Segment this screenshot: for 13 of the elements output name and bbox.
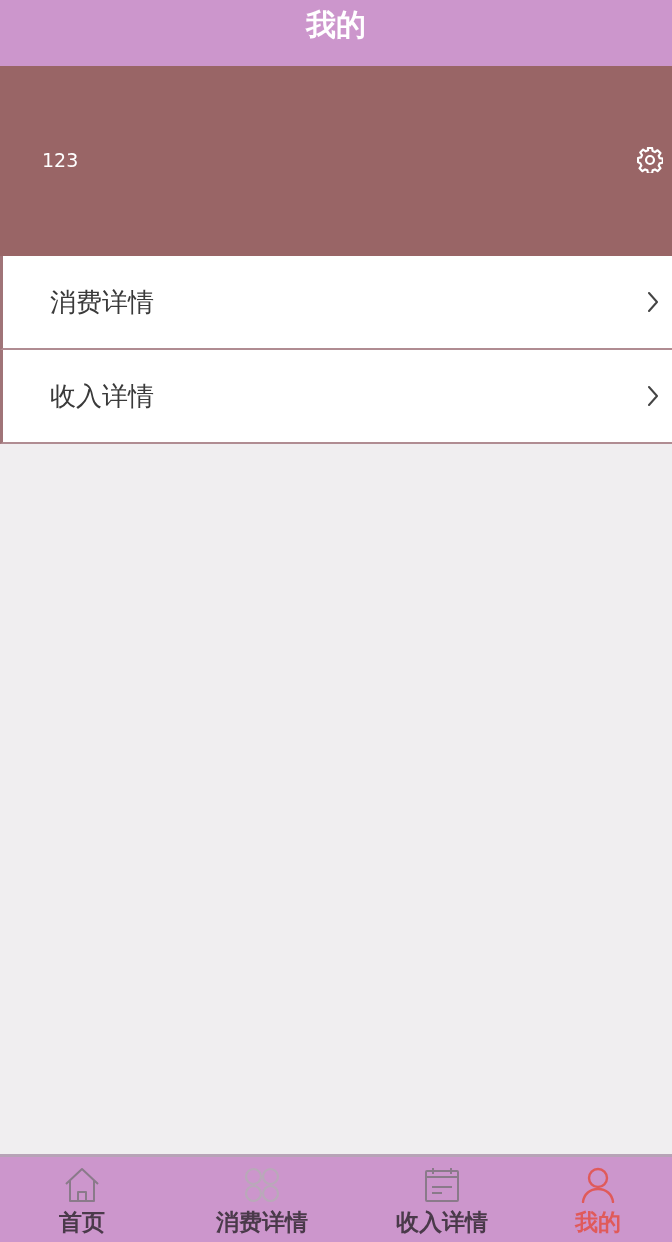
calendar-icon: [424, 1167, 460, 1203]
menu-item[interactable]: 消费详情: [0, 256, 672, 350]
person-icon: [580, 1167, 616, 1203]
tab-button[interactable]: 首页: [0, 1157, 164, 1242]
tab-button[interactable]: 消费详情: [164, 1157, 360, 1242]
tab-button[interactable]: 收入详情: [360, 1157, 524, 1242]
house-icon: [64, 1167, 100, 1203]
username: 123: [42, 149, 79, 171]
chevron-icon: [648, 386, 658, 406]
chevron-icon: [648, 292, 658, 312]
settings-icon[interactable]: [637, 147, 663, 173]
page-title: 我的: [306, 7, 366, 43]
menu-item[interactable]: 收入详情: [0, 350, 672, 444]
